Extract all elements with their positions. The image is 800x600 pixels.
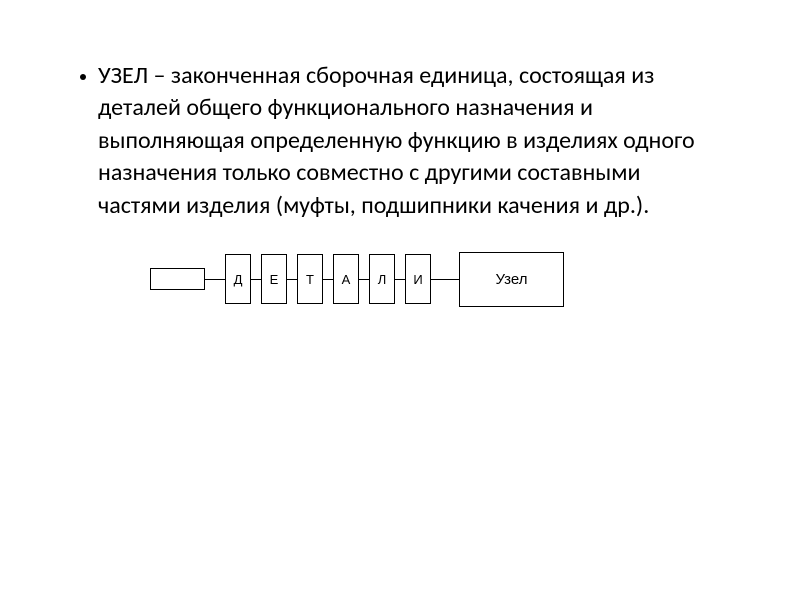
detail-group: Д Е Т А Л И	[225, 254, 431, 304]
definition-text: УЗЕЛ – законченная сборочная единица, со…	[98, 60, 720, 222]
detail-box: Л	[369, 254, 395, 304]
connector-line	[205, 279, 225, 280]
slide-content: УЗЕЛ – законченная сборочная единица, со…	[0, 0, 800, 600]
node-box: Узел	[459, 252, 564, 307]
detail-box: Д	[225, 254, 251, 304]
detail-box: А	[333, 254, 359, 304]
detail-box: Т	[297, 254, 323, 304]
connector-line	[431, 279, 459, 280]
detail-box: И	[405, 254, 431, 304]
shaft-line	[225, 279, 431, 280]
lead-box	[150, 268, 205, 290]
diagram: Д Е Т А Л И Узел	[80, 252, 720, 307]
bullet-marker	[80, 74, 86, 80]
detail-box: Е	[261, 254, 287, 304]
bullet-item: УЗЕЛ – законченная сборочная единица, со…	[80, 60, 720, 222]
